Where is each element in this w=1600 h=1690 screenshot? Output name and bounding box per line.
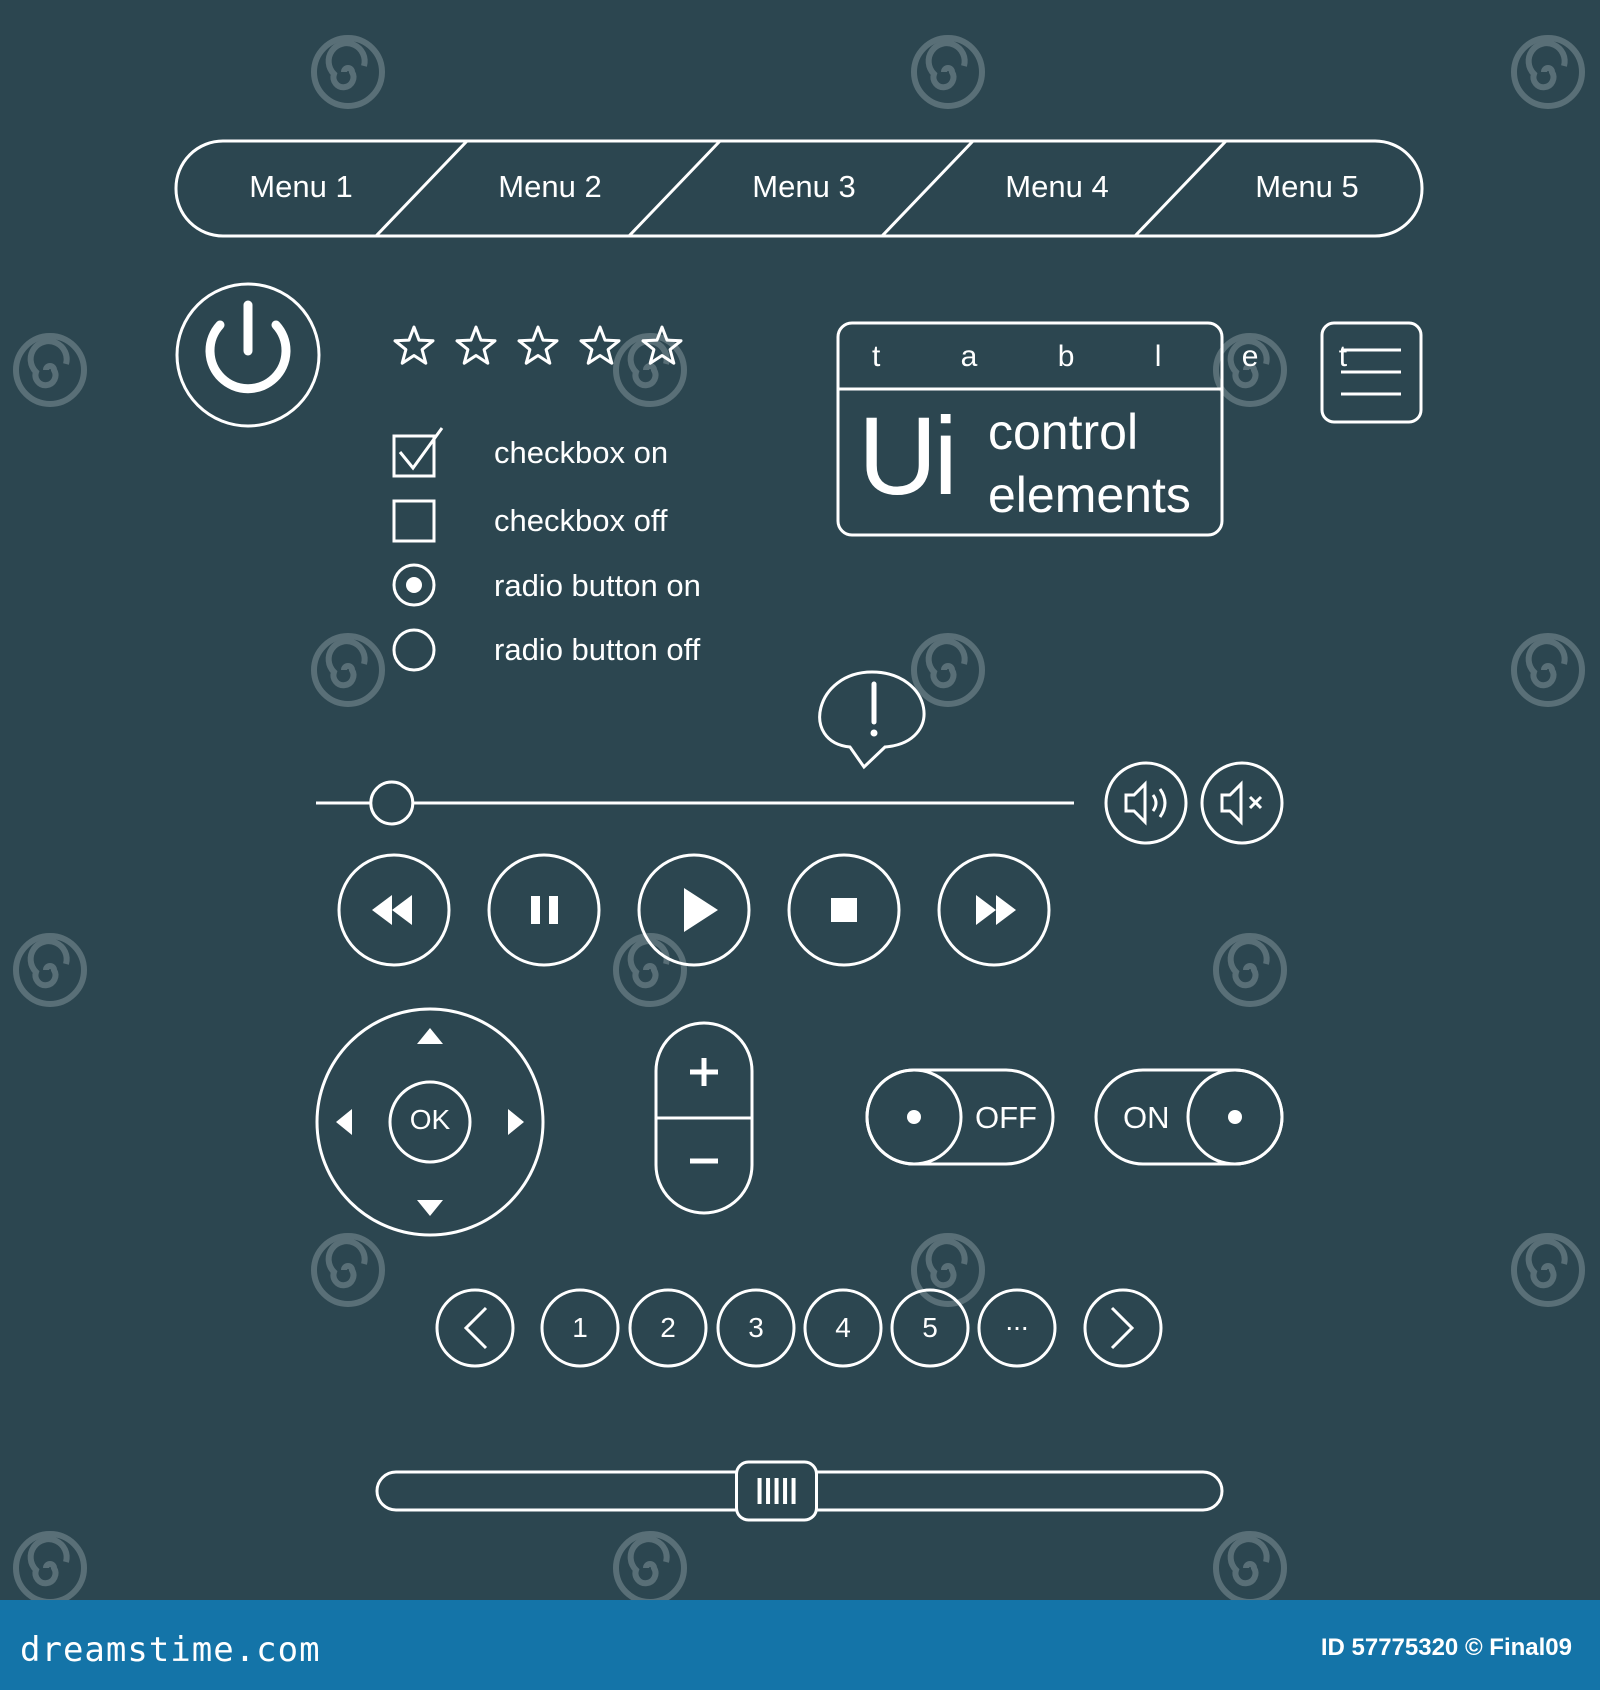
power-icon	[205, 300, 291, 394]
watermark-logo	[13, 933, 87, 1007]
speaker-icon	[1124, 780, 1167, 826]
alert-bubble	[818, 670, 926, 770]
dpad-right-arrow[interactable]	[508, 1109, 524, 1135]
fast-forward-icon	[976, 895, 1016, 925]
radio-on[interactable]	[392, 563, 436, 607]
pagination	[435, 1288, 1163, 1368]
next-page-button[interactable]	[1083, 1288, 1163, 1368]
chevron-left-icon	[463, 1306, 488, 1350]
play-icon	[684, 888, 718, 932]
pause-icon	[531, 896, 558, 924]
volume-on-button[interactable]	[1104, 761, 1188, 845]
menu-item-4[interactable]: Menu 4	[1005, 169, 1108, 205]
watermark-logo	[1511, 35, 1585, 109]
radio-off-label: radio button off	[494, 632, 701, 667]
watermark-logo	[311, 35, 385, 109]
footer-site[interactable]: dreamstime.com	[20, 1630, 321, 1670]
mute-button[interactable]	[1200, 761, 1284, 845]
dpad-down-arrow[interactable]	[417, 1200, 443, 1216]
watermark-logo	[13, 333, 87, 407]
radio-on-label: radio button on	[494, 568, 701, 603]
watermark-logo	[911, 633, 985, 707]
title-card-line2: elements	[988, 467, 1191, 523]
dpad-left-arrow[interactable]	[336, 1109, 352, 1135]
play-button[interactable]	[637, 853, 751, 967]
page-label-ellipsis: ...	[1005, 1305, 1029, 1336]
menu-item-3[interactable]: Menu 3	[752, 169, 855, 205]
stop-icon	[831, 898, 857, 922]
seek-thumb[interactable]	[369, 780, 415, 826]
ui-canvas	[13, 35, 1585, 1605]
rewind-button[interactable]	[337, 853, 451, 967]
checkbox-on[interactable]	[392, 427, 444, 478]
dpad-up-arrow[interactable]	[417, 1028, 443, 1044]
page-label: 1	[572, 1312, 588, 1343]
menu-divider	[627, 139, 722, 238]
watermark-logo	[1213, 1531, 1287, 1605]
radio-off[interactable]	[392, 628, 436, 672]
menu-item-2[interactable]: Menu 2	[498, 169, 601, 205]
stop-button[interactable]	[787, 853, 901, 967]
page-label: 4	[835, 1312, 851, 1343]
prev-page-button[interactable]	[435, 1288, 515, 1368]
menu-divider	[880, 139, 975, 238]
page-label: 5	[922, 1312, 938, 1343]
exclamation-icon	[870, 681, 878, 737]
menu-divider	[1133, 139, 1228, 238]
footer-bar: dreamstime.com ID 57775320 © Final09	[0, 1600, 1600, 1690]
footer-credit: ID 57775320 © Final09	[1320, 1634, 1572, 1661]
zoom-stepper[interactable]	[654, 1021, 754, 1215]
watermark-logo	[613, 1531, 687, 1605]
power-button[interactable]	[175, 282, 321, 428]
watermark-logo	[911, 35, 985, 109]
star-icon[interactable]	[455, 325, 497, 365]
watermark-logo	[1511, 633, 1585, 707]
rewind-icon	[372, 895, 412, 925]
horizontal-scrollbar[interactable]	[375, 1460, 1224, 1522]
star-icon[interactable]	[517, 325, 559, 365]
fast-forward-button[interactable]	[937, 853, 1051, 967]
title-card-big-letters: Ui	[858, 395, 958, 518]
watermark-logo	[13, 1531, 87, 1605]
checkbox-on-label: checkbox on	[494, 435, 669, 470]
scrollbar-thumb[interactable]	[735, 1460, 818, 1522]
menu-divider	[374, 139, 469, 238]
checkbox-off-label: checkbox off	[494, 503, 668, 538]
plus-icon[interactable]	[690, 1058, 718, 1086]
star-icon[interactable]	[579, 325, 621, 365]
watermark-logo	[311, 633, 385, 707]
watermark-logo	[613, 933, 687, 1007]
seek-slider[interactable]	[316, 780, 1074, 826]
title-card-line1: control	[988, 404, 1139, 460]
chevron-right-icon	[1110, 1306, 1135, 1350]
star-icon[interactable]	[393, 325, 435, 365]
toggle-off-label: OFF	[975, 1100, 1037, 1135]
watermark-logo	[1213, 933, 1287, 1007]
mute-icon	[1220, 780, 1263, 826]
watermark-layer	[13, 35, 1585, 1605]
check-icon	[398, 427, 444, 471]
checkbox-off[interactable]	[392, 499, 436, 543]
menu-item-1[interactable]: Menu 1	[249, 169, 352, 205]
toggle-on-label: ON	[1123, 1100, 1170, 1135]
pause-button[interactable]	[487, 853, 601, 967]
page-label: 2	[660, 1312, 676, 1343]
watermark-logo	[311, 1233, 385, 1307]
title-card-top-word: t a b l e t	[872, 340, 1384, 373]
menu-item-5[interactable]: Menu 5	[1255, 169, 1358, 205]
watermark-logo	[1511, 1233, 1585, 1307]
page-label: 3	[748, 1312, 764, 1343]
